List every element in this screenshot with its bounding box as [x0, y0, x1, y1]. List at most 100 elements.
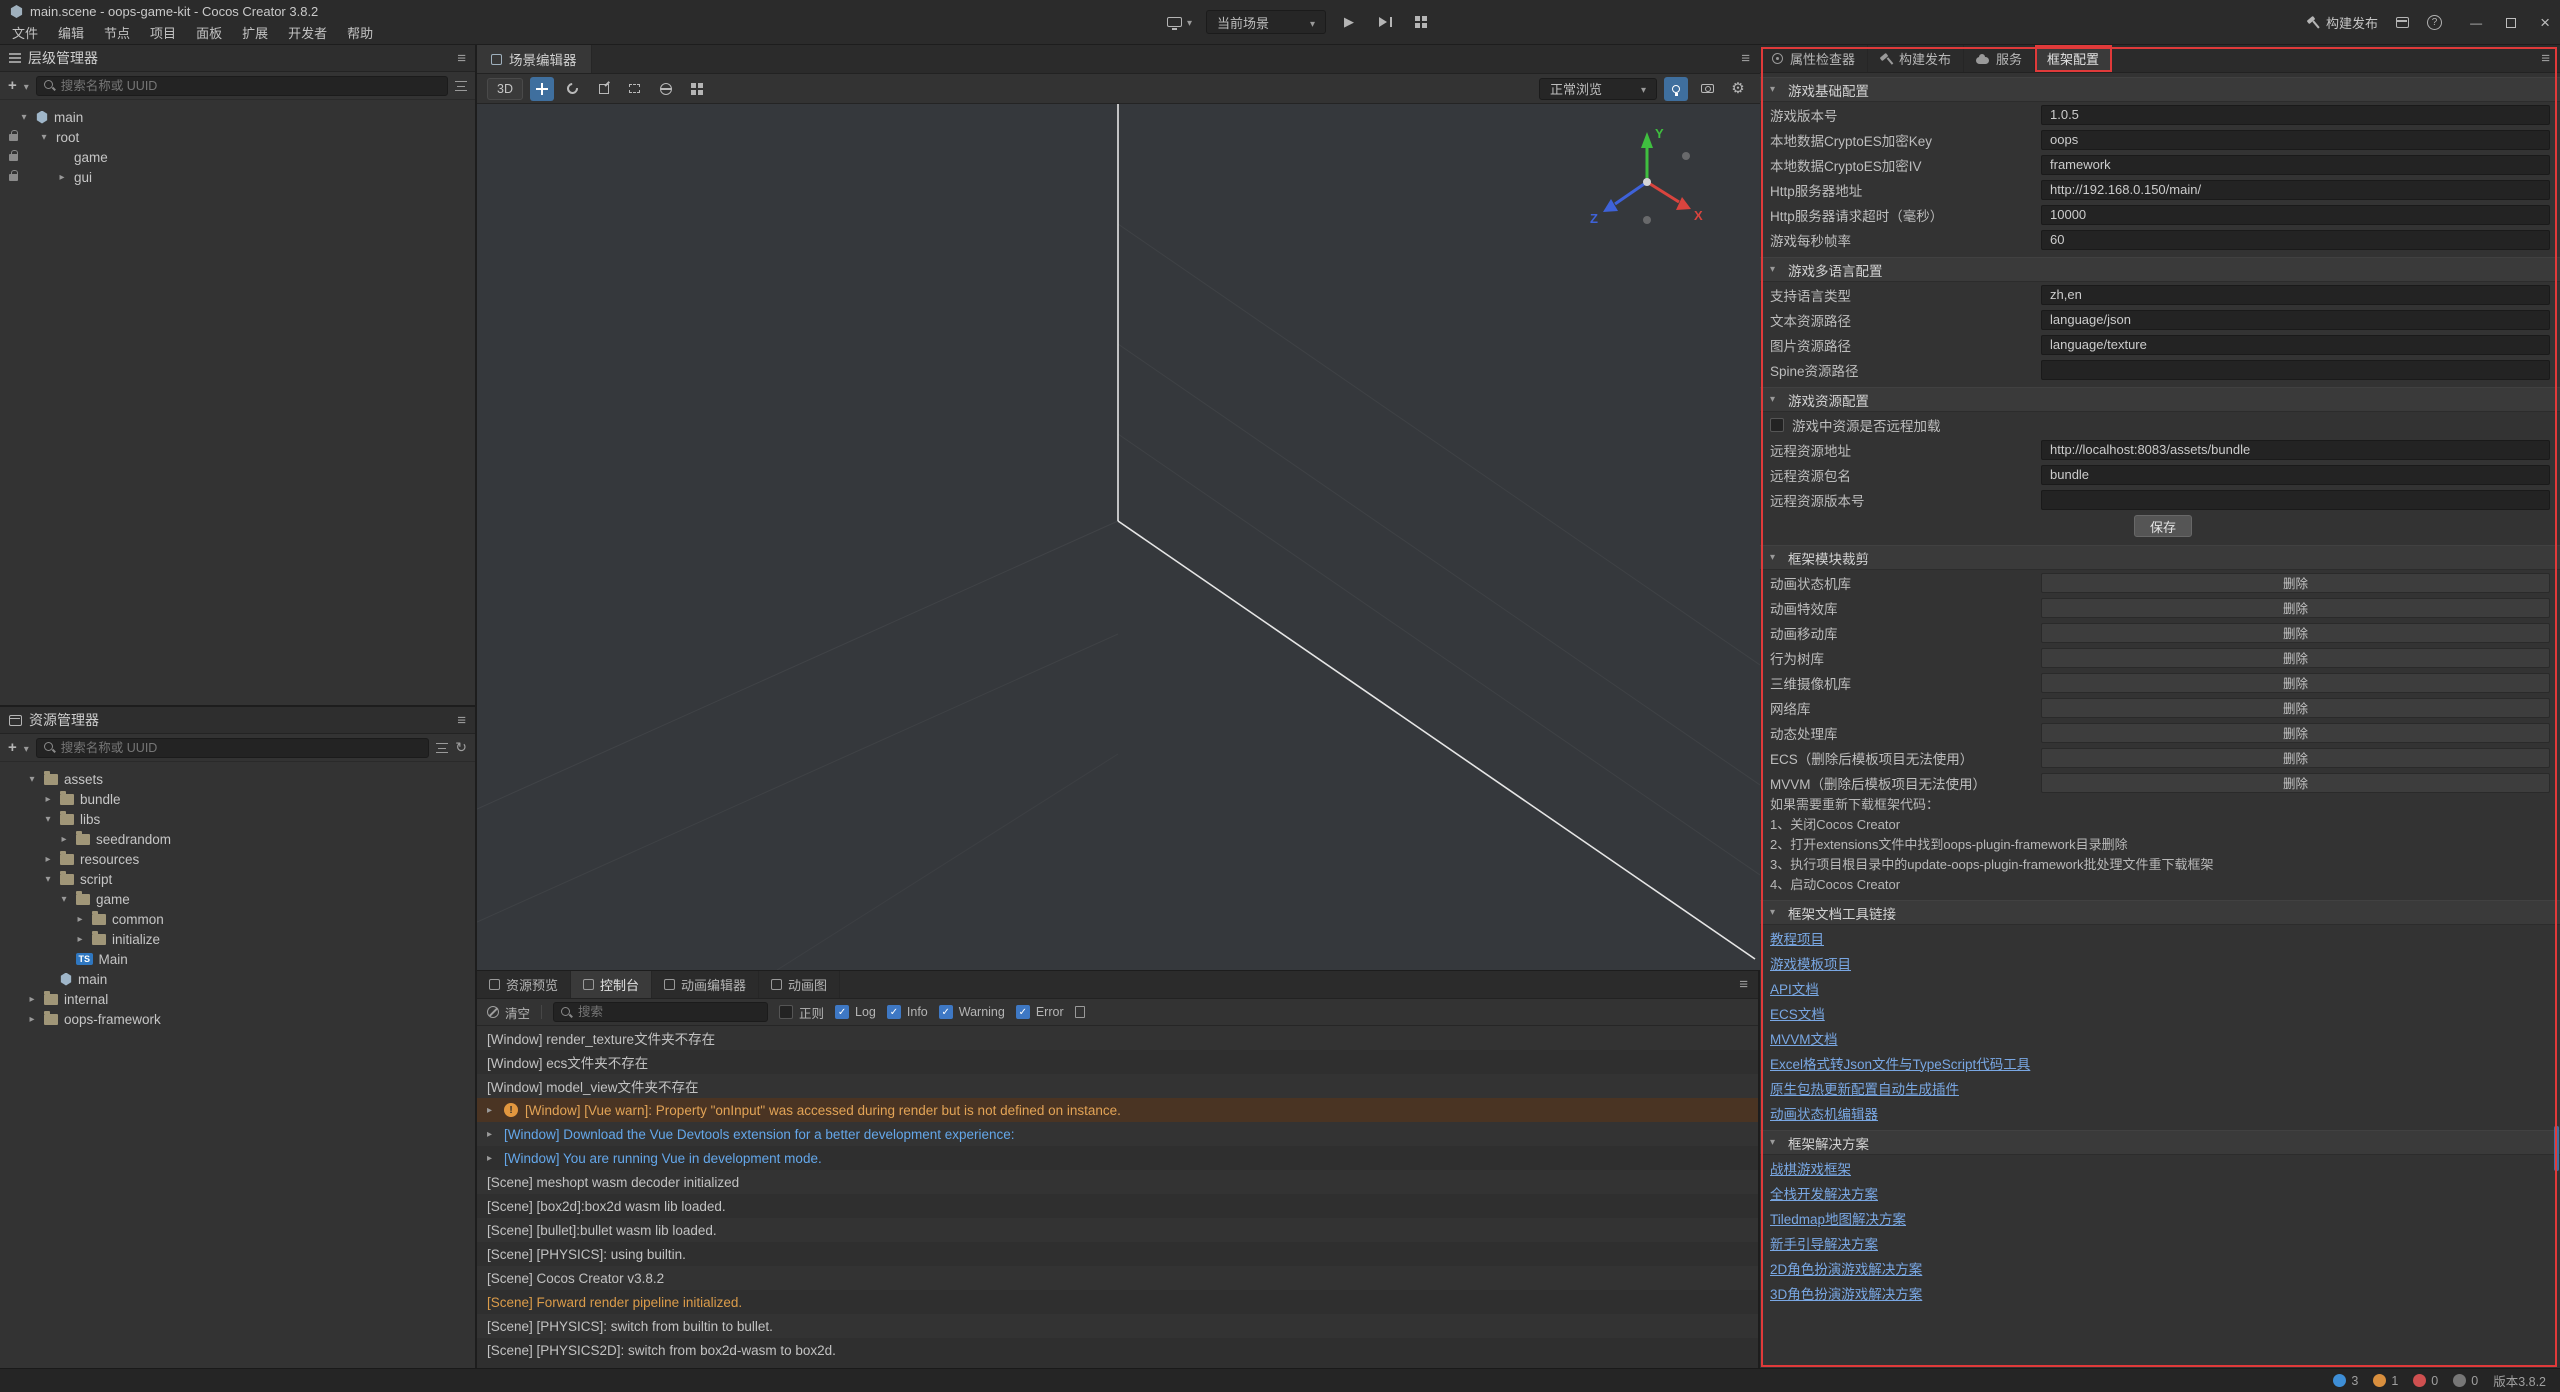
field-input[interactable]: 10000	[2041, 205, 2550, 225]
section-doc-links[interactable]: 框架文档工具链接	[1760, 900, 2560, 925]
console-log-line[interactable]: [Window] You are running Vue in developm…	[477, 1146, 1758, 1170]
solution-link[interactable]: 全栈开发解决方案	[1770, 1183, 1878, 1203]
expand-arrow-icon[interactable]	[42, 874, 54, 885]
field-input[interactable]: framework	[2041, 155, 2550, 175]
expand-arrow-icon[interactable]	[42, 794, 54, 805]
delete-button[interactable]: 删除	[2041, 598, 2550, 618]
expand-arrow-icon[interactable]	[74, 914, 86, 925]
section-module-trim[interactable]: 框架模块裁剪	[1760, 545, 2560, 570]
expand-arrow-icon[interactable]	[26, 994, 38, 1005]
field-input[interactable]: 60	[2041, 230, 2550, 250]
asset-node[interactable]: oops-framework	[0, 1009, 475, 1029]
field-input[interactable]: http://192.168.0.150/main/	[2041, 180, 2550, 200]
delete-button[interactable]: 删除	[2041, 623, 2550, 643]
field-input[interactable]: oops	[2041, 130, 2550, 150]
console-log-line[interactable]: [Scene] [bullet]:bullet wasm lib loaded.	[477, 1218, 1758, 1242]
field-input[interactable]: zh,en	[2041, 285, 2550, 305]
console-log-line[interactable]: [Window] [Vue warn]: Property "onInput" …	[477, 1098, 1758, 1122]
delete-button[interactable]: 删除	[2041, 723, 2550, 743]
hierarchy-node[interactable]: main	[0, 107, 475, 127]
section-language-config[interactable]: 游戏多语言配置	[1760, 257, 2560, 282]
create-node-button[interactable]	[8, 77, 17, 95]
panel-menu-icon[interactable]	[457, 712, 466, 729]
scene-viewport[interactable]: Y X Z	[477, 104, 1760, 970]
message-count-badge[interactable]: 3	[2333, 1374, 2358, 1388]
save-button[interactable]: 保存	[2134, 515, 2192, 537]
menu-item[interactable]: 开发者	[278, 23, 337, 45]
menu-item[interactable]: 帮助	[337, 23, 383, 45]
clear-console-button[interactable]: 清空	[487, 1003, 530, 1022]
asset-node[interactable]: resources	[0, 849, 475, 869]
console-log-line[interactable]: [Scene] [PHYSICS2D]: switch from box2d-w…	[477, 1338, 1758, 1362]
solution-link[interactable]: 新手引导解决方案	[1770, 1233, 1878, 1253]
tab-console[interactable]: 控制台	[571, 971, 652, 998]
expand-arrow-icon[interactable]	[38, 132, 50, 143]
layout-button[interactable]	[1408, 10, 1434, 34]
delete-button[interactable]: 删除	[2041, 573, 2550, 593]
asset-node[interactable]: internal	[0, 989, 475, 1009]
doc-link[interactable]: MVVM文档	[1770, 1028, 1838, 1048]
console-log-line[interactable]: [Scene] [PHYSICS]: switch from builtin t…	[477, 1314, 1758, 1338]
console-log-line[interactable]: [Scene] Forward render pipeline initiali…	[477, 1290, 1758, 1314]
panel-menu-icon[interactable]	[1739, 976, 1748, 994]
console-log-line[interactable]: [Window] model_view文件夹不存在	[477, 1074, 1758, 1098]
rect-tool-button[interactable]	[623, 77, 647, 101]
hierarchy-search-input[interactable]	[61, 79, 440, 93]
axis-gizmo[interactable]: Y X Z	[1582, 120, 1712, 235]
field-input[interactable]	[2041, 490, 2550, 510]
menu-item[interactable]: 编辑	[48, 23, 94, 45]
menu-item[interactable]: 扩展	[232, 23, 278, 45]
assets-search-input[interactable]	[61, 741, 421, 755]
delete-button[interactable]: 删除	[2041, 673, 2550, 693]
panel-menu-icon[interactable]	[1741, 50, 1750, 68]
checkbox-icon[interactable]	[779, 1005, 793, 1019]
hierarchy-node[interactable]: root	[0, 127, 475, 147]
notification-count-badge[interactable]: 0	[2453, 1374, 2478, 1388]
console-log-line[interactable]: [Scene] [PHYSICS]: using builtin.	[477, 1242, 1758, 1266]
doc-link[interactable]: 游戏模板项目	[1770, 953, 1851, 973]
doc-link[interactable]: API文档	[1770, 978, 1819, 998]
scene-settings-button[interactable]	[1726, 77, 1750, 101]
toggle-3d-button[interactable]: 3D	[487, 78, 523, 100]
checkbox-checked-icon[interactable]	[1016, 1005, 1030, 1019]
asset-node[interactable]: common	[0, 909, 475, 929]
expand-arrow-icon[interactable]	[74, 934, 86, 945]
build-publish-button[interactable]: 构建发布	[2306, 13, 2378, 32]
delete-button[interactable]: 删除	[2041, 748, 2550, 768]
step-button[interactable]	[1372, 10, 1398, 34]
asset-node[interactable]: main	[0, 969, 475, 989]
maximize-button[interactable]	[2506, 18, 2516, 28]
expand-arrow-icon[interactable]	[18, 112, 30, 123]
console-log-line[interactable]: [Window] Download the Vue Devtools exten…	[477, 1122, 1758, 1146]
error-count-badge[interactable]: 0	[2413, 1374, 2438, 1388]
section-basic-config[interactable]: 游戏基础配置	[1760, 77, 2560, 102]
console-log-line[interactable]: [Window] ecs文件夹不存在	[477, 1050, 1758, 1074]
package-icon[interactable]	[2396, 17, 2409, 28]
asset-node[interactable]: bundle	[0, 789, 475, 809]
minimize-button[interactable]	[2470, 14, 2482, 32]
tab-property-inspector[interactable]: 属性检查器	[1760, 45, 1868, 72]
console-log-line[interactable]: [Scene] Cocos Creator v3.8.2	[477, 1266, 1758, 1290]
tab-asset-preview[interactable]: 资源预览	[477, 971, 571, 998]
expand-arrow-icon[interactable]	[42, 814, 54, 825]
rotate-tool-button[interactable]	[561, 77, 585, 101]
delete-button[interactable]: 删除	[2041, 773, 2550, 793]
tab-animation-editor[interactable]: 动画编辑器	[652, 971, 759, 998]
menu-item[interactable]: 文件	[2, 23, 48, 45]
delete-button[interactable]: 删除	[2041, 698, 2550, 718]
field-input[interactable]: 1.0.5	[2041, 105, 2550, 125]
scene-selector[interactable]: 当前场景	[1206, 10, 1326, 34]
tab-animation-graph[interactable]: 动画图	[759, 971, 840, 998]
hierarchy-node[interactable]: game	[0, 147, 475, 167]
chevron-down-icon[interactable]	[24, 739, 29, 757]
doc-link[interactable]: Excel格式转Json文件与TypeScript代码工具	[1770, 1053, 2030, 1073]
checkbox-checked-icon[interactable]	[939, 1005, 953, 1019]
menu-item[interactable]: 项目	[140, 23, 186, 45]
view-mode-dropdown[interactable]: 正常浏览	[1539, 78, 1657, 100]
expand-arrow-icon[interactable]	[58, 894, 70, 905]
tab-scene-editor[interactable]: 场景编辑器	[477, 45, 592, 73]
chevron-down-icon[interactable]	[24, 77, 29, 95]
field-input[interactable]: language/texture	[2041, 335, 2550, 355]
help-icon[interactable]: ?	[2427, 15, 2442, 30]
panel-menu-icon[interactable]	[457, 50, 466, 67]
